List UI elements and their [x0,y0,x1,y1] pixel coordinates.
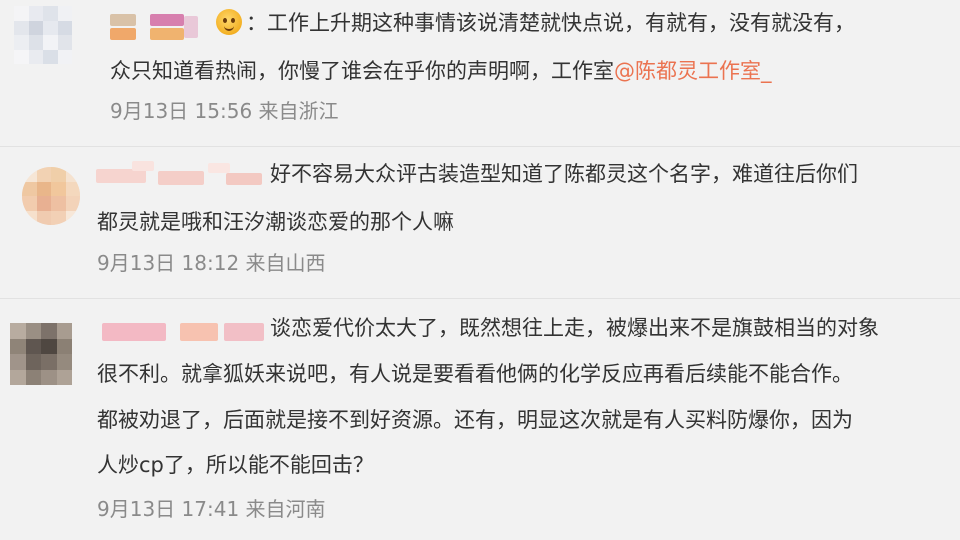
avatar[interactable] [22,167,80,225]
comment-text: 众只知道看热闹，你慢了谁会在乎你的声明啊，工作室 [110,59,614,83]
username-blurred[interactable] [96,159,262,189]
comment-list: ：工作上升期这种事情该说清楚就快点说，有就有，没有就没有， 众只知道看热闹，你慢… [0,0,960,540]
username-blurred[interactable] [102,321,264,345]
comment-text-line: 众只知道看热闹，你慢了谁会在乎你的声明啊，工作室@陈都灵工作室_ [110,56,772,86]
comment-location: 来自山西 [245,251,326,275]
comment-text-line: ：工作上升期这种事情该说清楚就快点说，有就有，没有就没有， [246,11,855,35]
comment-item: 好不容易大众评古装造型知道了陈都灵这个名字，难道往后你们 都灵就是哦和汪汐潮谈恋… [0,147,960,307]
comment-meta: 9月13日 17:41 来自河南 [97,495,326,523]
comment-text-line: 谈恋爱代价太大了，既然想往上走，被爆出来不是旗鼓相当的对象 [270,316,879,340]
comment-meta: 9月13日 18:12 来自山西 [97,249,326,277]
comment-time: 9月13日 18:12 [97,251,240,275]
comment-text-line: 人炒cp了，所以能不能回击？ [97,453,374,477]
avatar[interactable] [14,6,72,64]
comment-meta: 9月13日 15:56 来自浙江 [110,97,339,125]
comment-text-line: 好不容易大众评古装造型知道了陈都灵这个名字，难道往后你们 [270,162,858,186]
username-blurred[interactable] [110,12,222,42]
mention-link[interactable]: @陈都灵工作室_ [614,59,772,83]
comment-location: 来自河南 [245,497,326,521]
comment-time: 9月13日 17:41 [97,497,240,521]
grinning-face-icon [216,9,242,35]
comment-text-line: 很不利。就拿狐妖来说吧，有人说是要看看他俩的化学反应再看后续能不能合作。 [97,362,853,386]
comment-text-line: 都被劝退了，后面就是接不到好资源。还有，明显这次就是有人买料防爆你，因为 [97,408,853,432]
comment-time: 9月13日 15:56 [110,99,253,123]
comment-location: 来自浙江 [258,99,339,123]
comment-item: 谈恋爱代价太大了，既然想往上走，被爆出来不是旗鼓相当的对象 很不利。就拿狐妖来说… [0,299,960,540]
comment-text-line: 都灵就是哦和汪汐潮谈恋爱的那个人嘛 [97,210,454,234]
avatar[interactable] [10,323,72,385]
comment-item: ：工作上升期这种事情该说清楚就快点说，有就有，没有就没有， 众只知道看热闹，你慢… [0,0,960,150]
